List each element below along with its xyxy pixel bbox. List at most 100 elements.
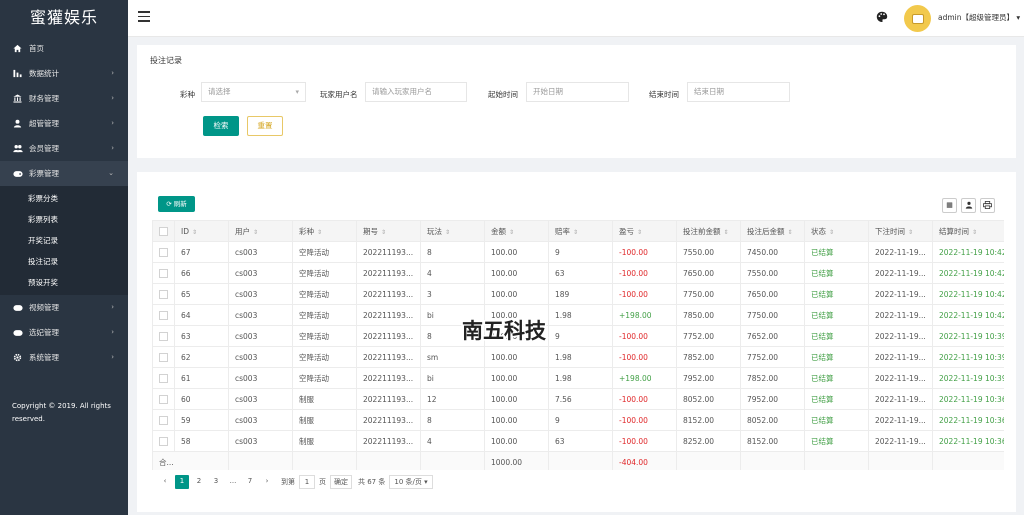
total-empty (548, 451, 613, 470)
row-checkbox[interactable] (152, 304, 175, 326)
sidebar-item-admin[interactable]: 超管管理 › (0, 111, 128, 136)
sidebar-item-system[interactable]: 系统管理 › (0, 345, 128, 370)
column-header-play[interactable]: 玩法 ⇕ (420, 220, 485, 242)
table-row[interactable]: 63 cs003 空降活动 202211193... 8 100.00 9 -100.00 77… (152, 325, 1004, 347)
cell-id: 63 (174, 325, 229, 347)
column-header-bet-time[interactable]: 下注时间 ⇕ (868, 220, 933, 242)
row-checkbox[interactable] (152, 409, 175, 431)
cell-bet-time: 2022-11-19... (868, 367, 933, 389)
lottery-select[interactable]: 请选择 ▾ (201, 82, 306, 102)
cell-status: 已结算 (804, 409, 869, 431)
prev-page-button[interactable]: ‹ (158, 475, 172, 489)
chevron-right-icon: › (111, 69, 114, 77)
table-row[interactable]: 61 cs003 空降活动 202211193... bi 100.00 1.98 +198.… (152, 367, 1004, 389)
sort-icon: ⇕ (829, 228, 835, 236)
table-row[interactable]: 62 cs003 空降活动 202211193... sm 100.00 1.98 -100.… (152, 346, 1004, 368)
page-title: 投注记录 (150, 56, 182, 65)
submenu-lottery-list[interactable]: 彩票列表 (0, 209, 128, 230)
next-page-button[interactable]: › (260, 475, 274, 489)
column-header-before[interactable]: 投注前金额 ⇕ (676, 220, 741, 242)
column-header-status[interactable]: 状态 ⇕ (804, 220, 869, 242)
row-checkbox[interactable] (152, 262, 175, 284)
goto-page-input[interactable]: 1 (299, 474, 315, 489)
row-checkbox[interactable] (152, 283, 175, 305)
row-checkbox[interactable] (152, 388, 175, 410)
cell-odds: 9 (548, 409, 613, 431)
submenu-preset-draw[interactable]: 预设开奖 (0, 272, 128, 293)
total-amount: 1000.00 (484, 451, 549, 470)
column-header-user[interactable]: 用户 ⇕ (228, 220, 293, 242)
sidebar-item-lottery[interactable]: 彩票管理 ⌄ (0, 161, 128, 186)
end-date-input[interactable]: 结束日期 (687, 82, 790, 102)
sidebar-item-home[interactable]: 首页 (0, 36, 128, 61)
table-row[interactable]: 58 cs003 制服 202211193... 4 100.00 63 -100.00 825… (152, 430, 1004, 452)
page-button-2[interactable]: 2 (192, 475, 206, 489)
player-input-placeholder: 请输入玩家用户名 (372, 87, 432, 96)
submenu-bet-records[interactable]: 投注记录 (0, 251, 128, 272)
page-size-select[interactable]: 10 条/页 ▾ (389, 474, 433, 489)
palette-icon[interactable] (876, 11, 890, 25)
cell-lottery: 空降活动 (292, 262, 357, 284)
table-row[interactable]: 59 cs003 制服 202211193... 8 100.00 9 -100.00 8152… (152, 409, 1004, 431)
total-label: 合... (152, 451, 229, 470)
columns-filter-icon[interactable]: ▦ (942, 198, 957, 213)
cell-id: 60 (174, 388, 229, 410)
row-checkbox[interactable] (152, 325, 175, 347)
column-header-amount[interactable]: 金额 ⇕ (484, 220, 549, 242)
cell-before: 7850.00 (676, 304, 741, 326)
cell-issue: 202211193... (356, 388, 421, 410)
column-header-id[interactable]: ID ⇕ (174, 220, 229, 242)
player-input[interactable]: 请输入玩家用户名 (365, 82, 467, 102)
cell-odds: 7.56 (548, 388, 613, 410)
start-date-input[interactable]: 开始日期 (526, 82, 629, 102)
cell-odds: 189 (548, 283, 613, 305)
cell-id: 64 (174, 304, 229, 326)
reset-button[interactable]: 重置 (247, 116, 283, 136)
column-header-issue[interactable]: 期号 ⇕ (356, 220, 421, 242)
table-row[interactable]: 64 cs003 空降活动 202211193... bi 100.00 1.98 +198.… (152, 304, 1004, 326)
column-header-profit[interactable]: 盈亏 ⇕ (612, 220, 677, 242)
refresh-button[interactable]: ⟳ 刷新 (158, 196, 195, 212)
avatar[interactable] (904, 5, 931, 32)
sidebar-item-finance[interactable]: 财务管理 › (0, 86, 128, 111)
sidebar-item-label: 超管管理 (29, 119, 59, 128)
user-menu[interactable]: admin【超级管理员】 ▾ (938, 12, 1020, 23)
cell-bet-time: 2022-11-19... (868, 325, 933, 347)
page-button-last[interactable]: 7 (243, 475, 257, 489)
table-row[interactable]: 65 cs003 空降活动 202211193... 3 100.00 189 -100.00… (152, 283, 1004, 305)
cell-lottery: 制服 (292, 388, 357, 410)
bet-records-table: ID ⇕ 用户 ⇕ 彩种 ⇕ 期号 ⇕ 玩法 ⇕ 金额 ⇕ 赔率 ⇕ 盈亏 ⇕ 投注前金额 ⇕ 投… (152, 220, 1004, 470)
search-button[interactable]: 检索 (203, 116, 239, 136)
table-row[interactable]: 66 cs003 空降活动 202211193... 4 100.00 63 -100.00 7… (152, 262, 1004, 284)
row-checkbox[interactable] (152, 367, 175, 389)
page-button-1[interactable]: 1 (175, 474, 189, 489)
sidebar-item-video[interactable]: 视频管理 › (0, 295, 128, 320)
print-icon[interactable] (980, 198, 995, 213)
sidebar-item-concubine[interactable]: 选妃管理 › (0, 320, 128, 345)
column-header-lottery[interactable]: 彩种 ⇕ (292, 220, 357, 242)
submenu-draw-records[interactable]: 开奖记录 (0, 230, 128, 251)
cell-profit: +198.00 (612, 367, 677, 389)
table-row[interactable]: 67 cs003 空降活动 202211193... 8 100.00 9 -100.00 75… (152, 241, 1004, 263)
cell-user: cs003 (228, 325, 293, 347)
table-header-row: ID ⇕ 用户 ⇕ 彩种 ⇕ 期号 ⇕ 玩法 ⇕ 金额 ⇕ 赔率 ⇕ 盈亏 ⇕ 投注前金额 ⇕ 投… (152, 220, 1004, 242)
goto-confirm-button[interactable]: 确定 (330, 474, 352, 489)
row-checkbox[interactable] (152, 241, 175, 263)
row-checkbox[interactable] (152, 346, 175, 368)
column-header-after[interactable]: 投注后金额 ⇕ (740, 220, 805, 242)
table-row[interactable]: 60 cs003 制服 202211193... 12 100.00 7.56 -100.00… (152, 388, 1004, 410)
sidebar-item-members[interactable]: 会员管理 › (0, 136, 128, 161)
sidebar-item-label: 会员管理 (29, 144, 59, 153)
row-checkbox[interactable] (152, 430, 175, 452)
column-header-odds[interactable]: 赔率 ⇕ (548, 220, 613, 242)
submenu-lottery-category[interactable]: 彩票分类 (0, 188, 128, 209)
sidebar-item-statistics[interactable]: 数据统计 › (0, 61, 128, 86)
user-name-label: admin【超级管理员】 (938, 13, 1014, 22)
column-header-settle-time[interactable]: 结算时间 ⇕ (932, 220, 1004, 242)
tag-icon (12, 329, 23, 337)
select-all-checkbox[interactable] (152, 220, 175, 242)
watermark-logo: 南五科技 (457, 308, 552, 353)
export-icon[interactable] (961, 198, 976, 213)
menu-toggle-icon[interactable] (138, 11, 150, 23)
page-button-3[interactable]: 3 (209, 475, 223, 489)
